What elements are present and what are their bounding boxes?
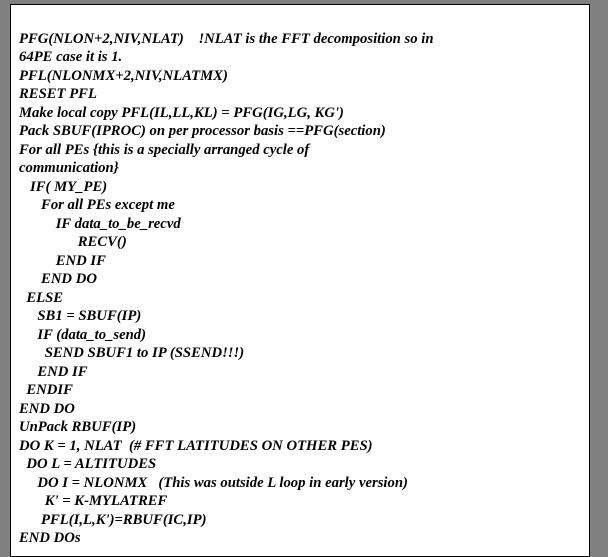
code-line: Pack SBUF(IPROC) on per processor basis … bbox=[19, 123, 386, 139]
code-line: RESET PFL bbox=[19, 86, 97, 102]
code-line: IF( MY_PE) bbox=[19, 179, 107, 195]
code-line: DO K = 1, NLAT (# FFT LATITUDES ON OTHER… bbox=[19, 438, 373, 454]
code-line: Make local copy PFL(IL,LL,KL) = PFG(IG,L… bbox=[19, 105, 344, 121]
code-line: 64PE case it is 1. bbox=[19, 49, 122, 65]
code-line: PFL(I,L,K')=RBUF(IC,IP) bbox=[19, 512, 206, 528]
code-line: END DOs bbox=[19, 530, 81, 546]
code-line: RECV() bbox=[19, 234, 127, 250]
code-line: DO L = ALTITUDES bbox=[19, 456, 156, 472]
code-line: ENDIF bbox=[19, 382, 73, 398]
code-line: For all PEs {this is a specially arrange… bbox=[19, 142, 309, 158]
code-line: UnPack RBUF(IP) bbox=[19, 419, 136, 435]
code-line: SEND SBUF1 to IP (SSEND!!!) bbox=[19, 345, 244, 361]
code-line: END DO bbox=[19, 271, 97, 287]
code-line: DO I = NLONMX (This was outside L loop i… bbox=[19, 475, 408, 491]
code-line: END DO bbox=[19, 401, 75, 417]
code-line: PFG(NLON+2,NIV,NLAT) !NLAT is the FFT de… bbox=[19, 31, 433, 47]
code-line: IF (data_to_send) bbox=[19, 327, 146, 343]
code-line: IF data_to_be_recvd bbox=[19, 216, 181, 232]
code-line: For all PEs except me bbox=[19, 197, 175, 213]
code-line: SB1 = SBUF(IP) bbox=[19, 308, 141, 324]
code-line: communication} bbox=[19, 160, 119, 176]
code-page: PFG(NLON+2,NIV,NLAT) !NLAT is the FFT de… bbox=[10, 4, 590, 557]
code-line: PFL(NLONMX+2,NIV,NLATMX) bbox=[19, 68, 228, 84]
code-block: PFG(NLON+2,NIV,NLAT) !NLAT is the FFT de… bbox=[19, 11, 581, 548]
code-line: END IF bbox=[19, 253, 106, 269]
code-line: K' = K-MYLATREF bbox=[19, 493, 167, 509]
code-line: END IF bbox=[19, 364, 88, 380]
code-line: ELSE bbox=[19, 290, 63, 306]
